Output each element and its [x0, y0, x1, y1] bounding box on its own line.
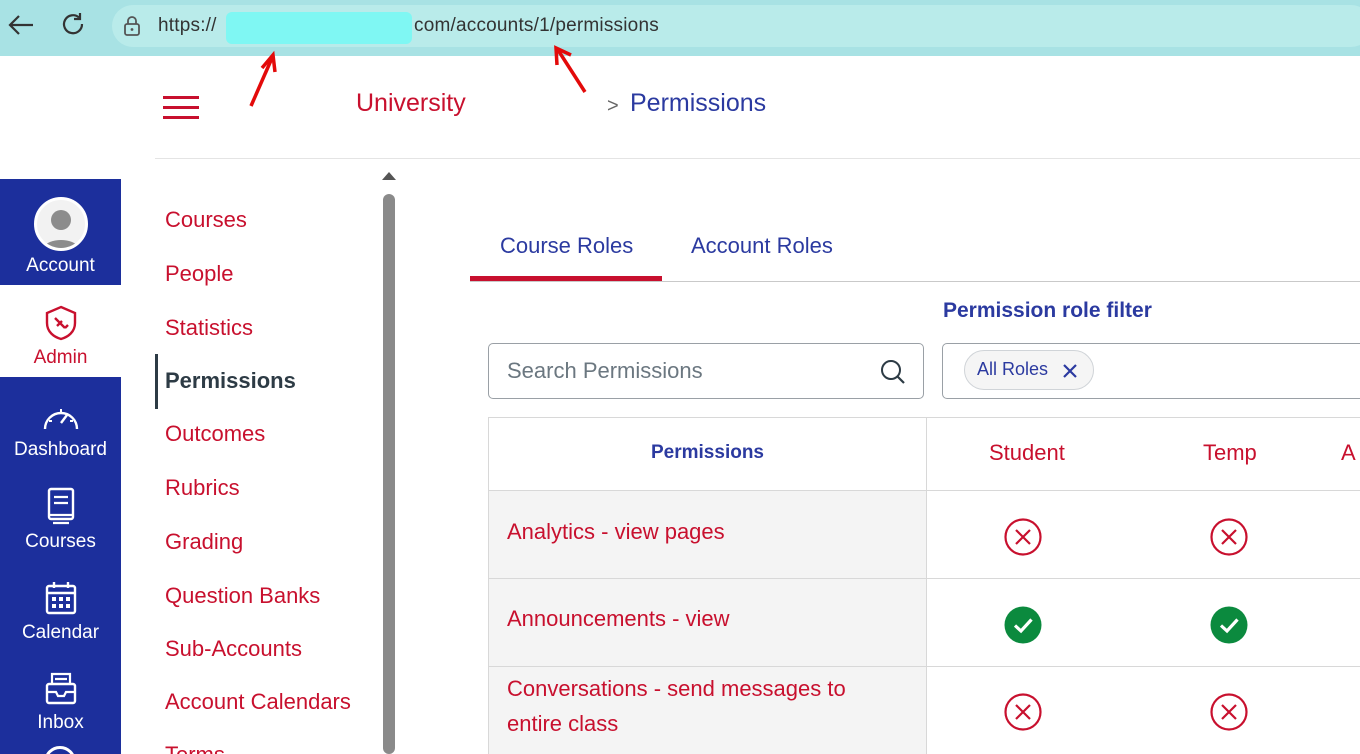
role-chip-label: All Roles: [977, 359, 1049, 379]
role-header-student[interactable]: Student: [989, 440, 1065, 466]
subnav-terms[interactable]: Terms: [165, 742, 225, 754]
allowed-icon[interactable]: [1003, 605, 1043, 645]
nav-calendar-label: Calendar: [21, 622, 100, 643]
nav-admin[interactable]: Admin: [0, 285, 121, 377]
table-row-roles: [927, 579, 1360, 667]
role-header-truncated[interactable]: A: [1341, 440, 1356, 466]
permission-label-line2[interactable]: entire class: [507, 706, 618, 741]
subnav-question-banks[interactable]: Question Banks: [165, 583, 320, 609]
subnav-scrollbar[interactable]: [383, 194, 395, 754]
subnav-statistics[interactable]: Statistics: [165, 315, 253, 341]
permission-label[interactable]: Announcements - view: [507, 601, 730, 636]
breadcrumb-current: Permissions: [630, 89, 767, 117]
search-permissions-field: [488, 343, 924, 399]
nav-dashboard[interactable]: Dashboard: [0, 377, 121, 469]
search-input[interactable]: [490, 345, 860, 397]
subnav-sub-accounts[interactable]: Sub-Accounts: [165, 636, 302, 662]
allowed-icon[interactable]: [1209, 605, 1249, 645]
calendar-icon: [45, 582, 76, 615]
breadcrumb-separator: >: [607, 95, 619, 117]
table-row-roles: [927, 491, 1360, 579]
dashboard-icon: [43, 409, 78, 430]
shield-icon: [45, 305, 76, 341]
permissions-column-header[interactable]: Permissions: [488, 442, 927, 464]
subnav-permissions[interactable]: Permissions: [165, 368, 296, 394]
breadcrumb-university[interactable]: University: [356, 89, 466, 118]
subnav-account-calendars[interactable]: Account Calendars: [165, 689, 351, 715]
nav-courses-label: Courses: [25, 531, 96, 552]
scroll-up-arrow[interactable]: [382, 172, 396, 180]
permission-label[interactable]: Analytics - view pages: [507, 514, 725, 549]
avatar: [33, 197, 88, 251]
header-divider: [155, 158, 1360, 159]
role-header-temp[interactable]: Temp: [1203, 440, 1257, 466]
reload-button[interactable]: [58, 10, 88, 40]
menu-toggle-button[interactable]: [163, 96, 201, 122]
inbox-icon: [45, 672, 76, 705]
close-icon: [1063, 364, 1077, 378]
subnav-courses[interactable]: Courses: [165, 207, 247, 233]
subnav-rubrics[interactable]: Rubrics: [165, 475, 240, 501]
nav-admin-label: Admin: [33, 347, 88, 368]
browser-toolbar: https:// com/accounts/1/permissions: [0, 0, 1360, 56]
nav-calendar[interactable]: Calendar: [0, 560, 121, 652]
nav-inbox[interactable]: Inbox: [0, 650, 121, 742]
subnav-outcomes[interactable]: Outcomes: [165, 421, 265, 447]
permission-label-line1[interactable]: Conversations - send messages to: [507, 671, 846, 706]
url-path: com/accounts/1/permissions: [414, 15, 659, 36]
hamburger-icon: [163, 96, 199, 99]
nav-courses[interactable]: Courses: [0, 469, 121, 561]
nav-account[interactable]: Account: [0, 179, 121, 285]
tab-active-indicator: [470, 276, 662, 281]
denied-icon[interactable]: [1003, 517, 1043, 557]
denied-icon[interactable]: [1209, 517, 1249, 557]
nav-account-label: Account: [26, 255, 95, 276]
tab-course-roles[interactable]: Course Roles: [500, 233, 633, 259]
denied-icon[interactable]: [1209, 692, 1249, 732]
nav-dashboard-label: Dashboard: [14, 439, 107, 460]
table-row-roles: [927, 667, 1360, 754]
remove-chip-button[interactable]: [1062, 363, 1078, 384]
denied-icon[interactable]: [1003, 692, 1043, 732]
url-prefix: https://: [158, 15, 217, 36]
tabs-divider: [470, 281, 1360, 282]
subnav-grading[interactable]: Grading: [165, 529, 243, 555]
back-arrow-icon: [8, 15, 33, 35]
screen: { "browser": { "url_prefix": "https://",…: [0, 0, 1360, 754]
subnav-active-marker: [155, 354, 158, 409]
redacted-domain: [226, 12, 412, 44]
role-filter-label: Permission role filter: [943, 299, 1152, 322]
back-button[interactable]: [6, 10, 36, 40]
book-icon: [47, 487, 74, 525]
tab-account-roles[interactable]: Account Roles: [691, 233, 833, 259]
reload-icon: [62, 13, 84, 35]
subnav-people[interactable]: People: [165, 261, 234, 287]
lock-icon: [122, 15, 142, 42]
nav-inbox-label: Inbox: [37, 712, 84, 733]
search-icon[interactable]: [879, 358, 907, 391]
